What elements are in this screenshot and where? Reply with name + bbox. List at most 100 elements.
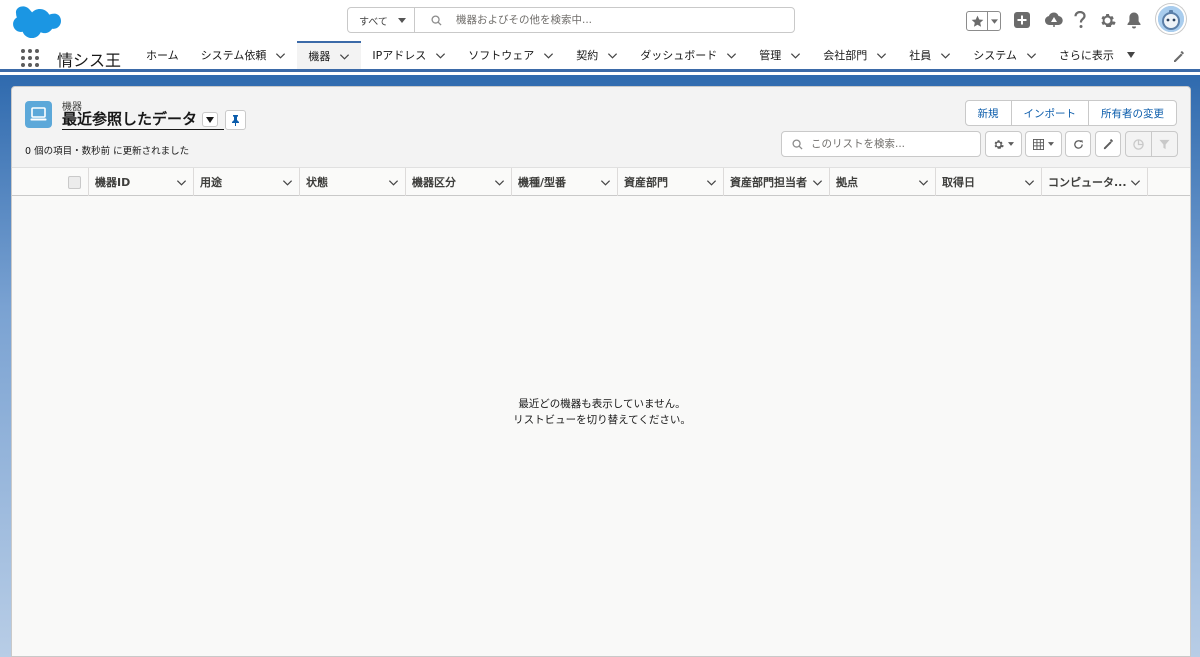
column-header[interactable]: 用途 [194,168,300,196]
chevron-down-icon[interactable] [388,177,399,188]
refresh-button[interactable] [1065,131,1091,157]
salesforce-logo[interactable] [12,4,62,39]
nav-item-label: システム [973,49,1017,62]
chevron-down-icon[interactable] [1026,50,1037,61]
list-search-input[interactable] [811,138,971,150]
caret-down-icon [1126,52,1135,58]
chevron-down-icon[interactable] [543,50,554,61]
column-label: 機器ID [95,176,131,189]
column-header[interactable]: 状態 [300,168,406,196]
select-all-checkbox[interactable] [68,176,81,189]
chevron-down-icon[interactable] [494,177,505,188]
user-avatar[interactable] [1156,4,1186,34]
global-actions-icon[interactable] [1013,11,1031,32]
nav-item-ip-address[interactable]: IPアドレス [361,41,457,69]
chevron-down-icon[interactable] [812,177,823,188]
empty-state-message: 最近どの機器も表示していません。 リストビューを切り替えてください。 [12,396,1192,428]
chevron-down-icon[interactable] [706,177,717,188]
notification-bell-icon[interactable] [1126,11,1142,32]
nav-item-contracts[interactable]: 契約 [565,41,629,69]
inline-edit-button[interactable] [1095,131,1121,157]
caret-down-icon [1008,142,1014,146]
list-settings-button[interactable] [985,131,1022,157]
chevron-down-icon[interactable] [876,50,887,61]
pencil-icon [1103,138,1113,149]
chevron-down-icon[interactable] [1024,177,1035,188]
list-view-header: 機器 最近参照したデータ 0 個の項目・数秒前 に更新されました 新規 インポー… [12,87,1190,168]
pin-list-view-icon[interactable] [225,110,246,130]
column-header[interactable]: 機種/型番 [512,168,618,196]
display-as-button[interactable] [1025,131,1062,157]
column-header[interactable]: 拠点 [830,168,936,196]
column-header[interactable]: 資産部門担当者 [724,168,830,196]
chevron-down-icon[interactable] [282,177,293,188]
global-header: すべて [0,0,1200,41]
table-view-icon [1033,138,1044,150]
list-view-picker-dropdown-icon[interactable] [202,112,218,127]
nav-item-system[interactable]: システム [962,41,1048,69]
nav-item-label: 管理 [759,49,782,62]
nav-item-label: ホーム [146,49,179,62]
search-icon [431,14,442,26]
import-button[interactable]: インポート [1011,100,1089,126]
nav-item-label: ダッシュボード [640,49,718,62]
caret-down-icon [1048,142,1054,146]
nav-item-label: 社員 [909,49,932,62]
column-label: 状態 [306,176,328,189]
nav-item-label: 契約 [576,49,599,62]
chevron-down-icon[interactable] [607,50,618,61]
trailhead-icon[interactable] [1044,11,1064,32]
nav-item-dashboards[interactable]: ダッシュボード [629,41,748,69]
column-header[interactable]: 機器区分 [406,168,512,196]
search-icon [792,138,803,150]
nav-item-employees[interactable]: 社員 [898,41,962,69]
chevron-down-icon[interactable] [275,50,286,61]
global-search-input[interactable] [456,14,756,26]
nav-item-more[interactable]: さらに表示 [1048,41,1146,69]
chevron-down-icon[interactable] [790,50,801,61]
nav-item-system-request[interactable]: システム依頼 [190,41,298,69]
column-label: 機器区分 [412,176,456,189]
nav-item-software[interactable]: ソフトウェア [457,41,565,69]
search-scope-select[interactable]: すべて [348,8,415,32]
list-view-card: 機器 最近参照したデータ 0 個の項目・数秒前 に更新されました 新規 インポー… [11,86,1191,657]
column-header[interactable]: コンピュータ... [1042,168,1148,196]
nav-item-departments[interactable]: 会社部門 [812,41,898,69]
caret-down-icon [398,18,406,23]
nav-item-label: システム依頼 [200,49,267,62]
chevron-down-icon[interactable] [339,51,350,62]
column-header[interactable]: 資産部門 [618,168,724,196]
chevron-down-icon[interactable] [726,50,737,61]
favorite-star-icon[interactable] [967,12,988,30]
chart-icon[interactable] [1126,132,1152,156]
nav-item-devices[interactable]: 機器 [297,41,362,69]
list-view-name[interactable]: 最近参照したデータ [62,110,224,130]
edit-nav-pencil-icon[interactable] [1173,51,1185,66]
chevron-down-icon[interactable] [1130,177,1141,188]
chevron-down-icon[interactable] [176,177,187,188]
column-header[interactable]: 機器ID [88,168,194,196]
chevron-down-icon[interactable] [918,177,929,188]
new-button[interactable]: 新規 [964,100,1012,126]
change-owner-button[interactable]: 所有者の変更 [1089,100,1177,126]
nav-item-label: ソフトウェア [468,49,535,62]
search-field [415,8,794,32]
nav-item-admin[interactable]: 管理 [748,41,812,69]
column-header[interactable]: 取得日 [936,168,1042,196]
setup-gear-icon[interactable] [1099,12,1116,32]
app-launcher-icon[interactable] [21,49,39,67]
chart-filter-group [1125,131,1178,157]
filter-icon[interactable] [1152,132,1177,156]
favorites-dropdown-icon[interactable] [988,12,1000,30]
search-scope-label: すべて [359,16,388,28]
chevron-down-icon[interactable] [600,177,611,188]
empty-state-line: 最近どの機器も表示していません。 [518,398,686,410]
column-label: 用途 [200,176,222,189]
nav-items: ホーム システム依頼 機器 IPアドレス ソフトウェア 契約 ダッシュボード 管… [135,41,1146,69]
chevron-down-icon[interactable] [940,50,951,61]
chevron-down-icon[interactable] [435,50,446,61]
column-label: 資産部門 [624,176,668,189]
help-icon[interactable] [1073,10,1087,32]
nav-item-label: 機器 [308,50,331,63]
nav-item-home[interactable]: ホーム [135,41,190,69]
